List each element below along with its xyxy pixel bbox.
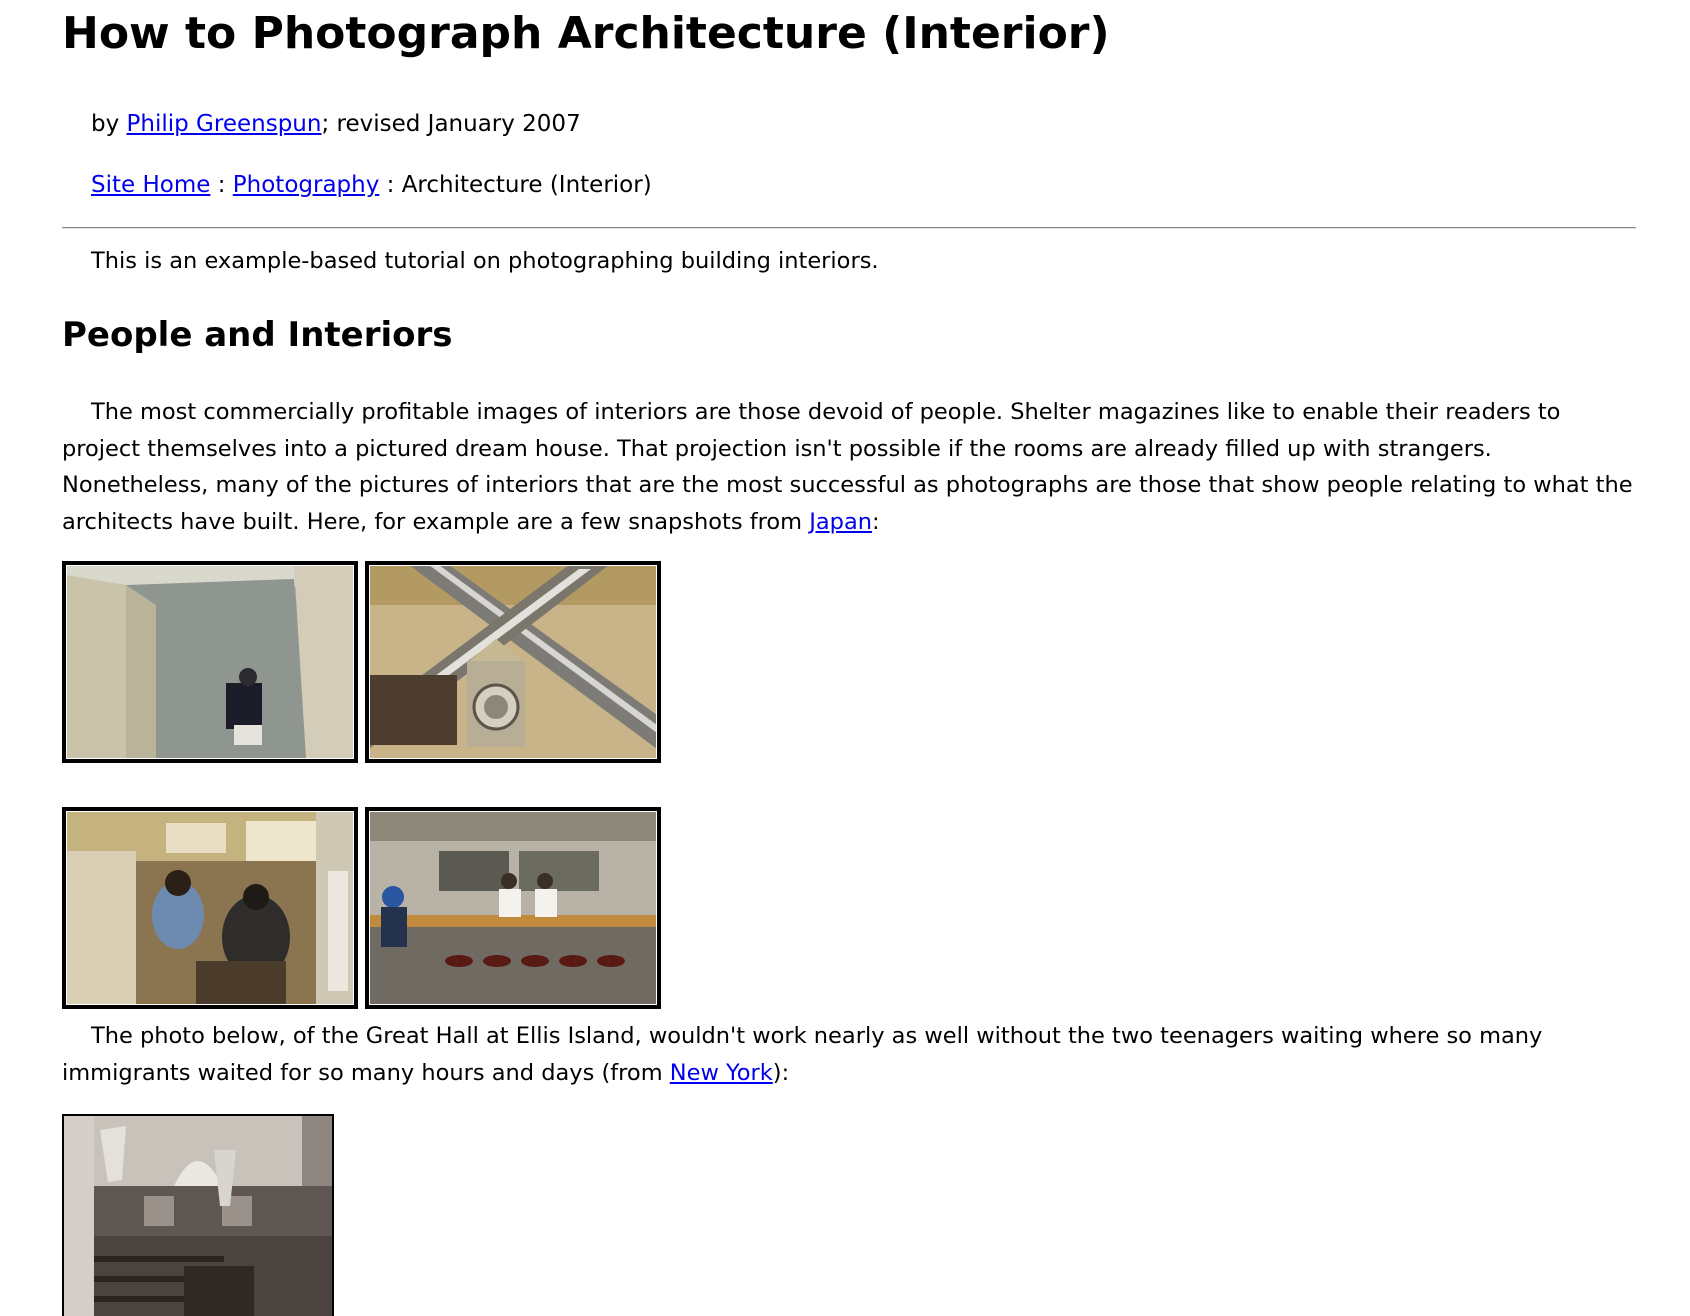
breadcrumb-separator: : [379,172,402,198]
stairwell-photo-image [66,565,354,759]
breadcrumb-separator: : [210,172,233,198]
author-link[interactable]: Philip Greenspun [127,111,322,137]
byline-suffix: ; revised January 2007 [321,111,581,137]
photo-thumbnail-stairwell[interactable] [62,561,358,763]
photo-thumbnail-ramen-bar[interactable] [365,807,661,1009]
section-heading: People and Interiors [62,315,453,355]
noodle-shop-photo-image [66,811,354,1005]
photo-thumbnail-noodle-shop[interactable] [62,807,358,1009]
breadcrumb-current: Architecture (Interior) [401,172,652,198]
horizontal-rule [62,227,1636,229]
byline-prefix: by [91,111,127,137]
breadcrumb-site-home[interactable]: Site Home [91,172,210,198]
page: How to Photograph Architecture (Interior… [0,0,1690,1316]
ramen-bar-photo-image [369,811,657,1005]
page-title: How to Photograph Architecture (Interior… [62,8,1110,59]
photo-thumbnail-escalators[interactable] [365,561,661,763]
paragraph-end: : [872,508,880,535]
breadcrumb: Site Home : Photography : Architecture (… [91,172,652,198]
byline: by Philip Greenspun; revised January 200… [91,111,581,137]
intro-text: This is an example-based tutorial on pho… [91,248,879,274]
new-york-link[interactable]: New York [670,1060,773,1086]
breadcrumb-photography[interactable]: Photography [233,172,380,198]
paragraph-text: The photo below, of the Great Hall at El… [62,1023,1543,1086]
ellis-island-photo-image [64,1116,332,1316]
paragraph-people-interiors: The most commercially profitable images … [62,394,1642,540]
japan-link[interactable]: Japan [809,509,872,535]
photo-thumbnail-ellis-island[interactable] [62,1114,334,1316]
paragraph-end: ): [772,1059,790,1086]
escalators-photo-image [369,565,657,759]
paragraph-ellis-island: The photo below, of the Great Hall at El… [62,1018,1642,1091]
